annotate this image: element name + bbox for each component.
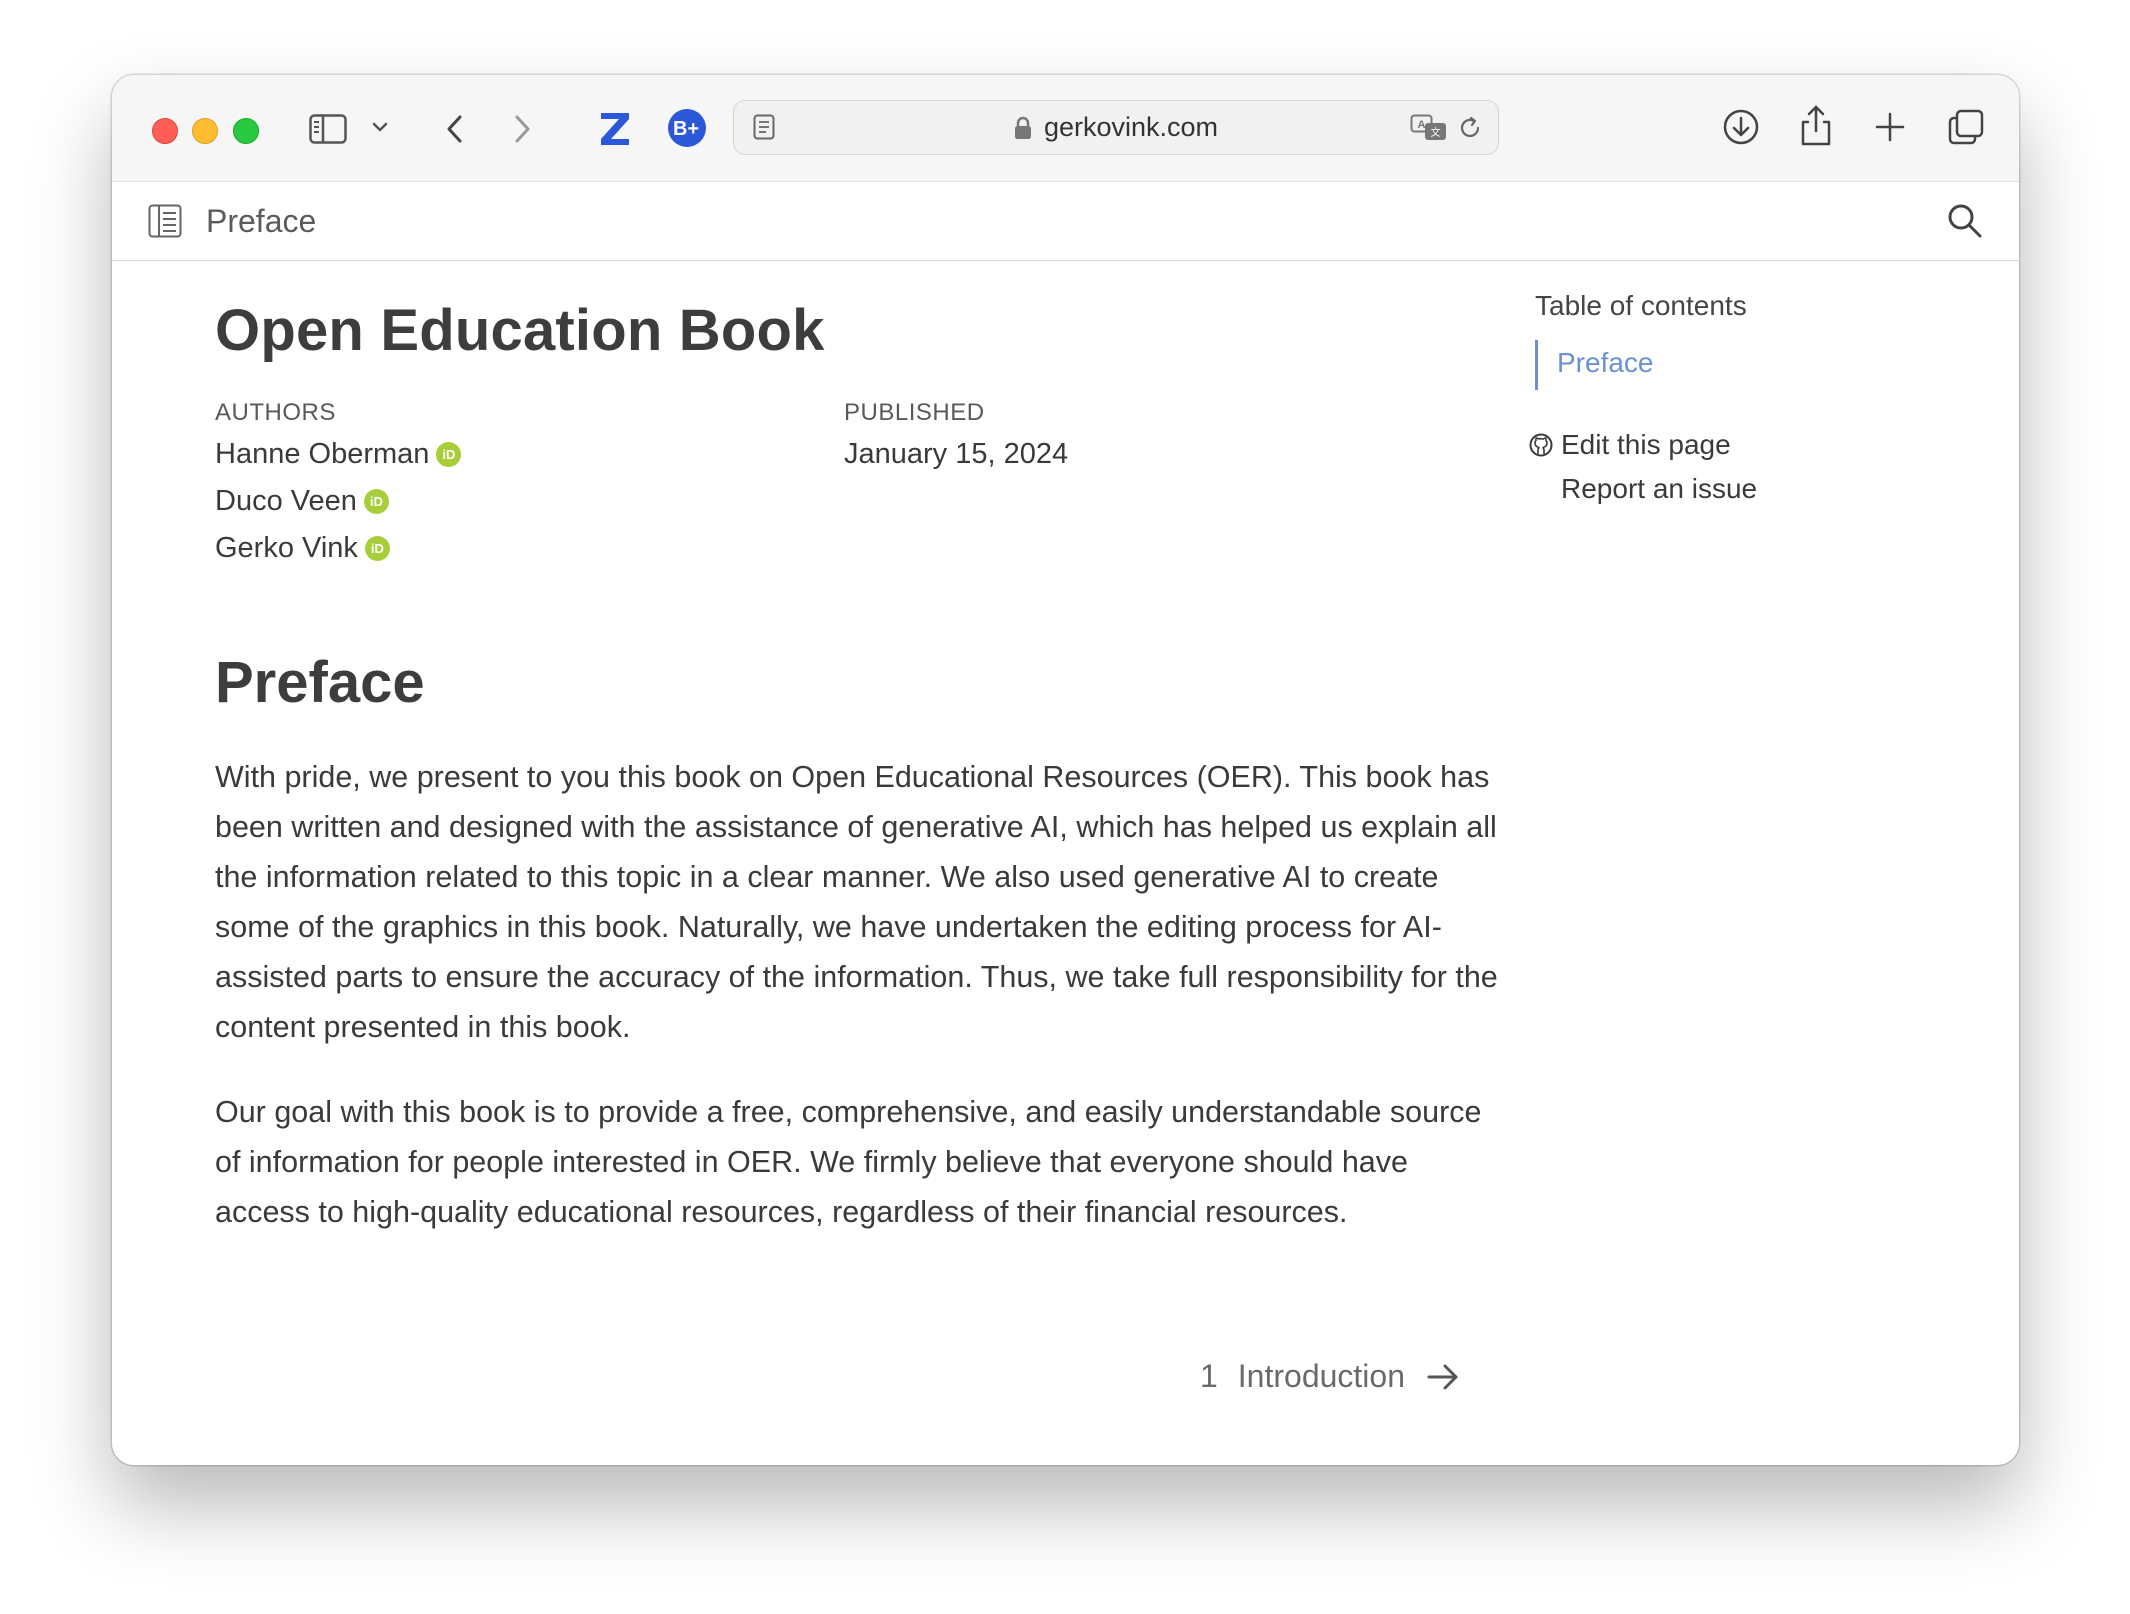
forward-icon[interactable] (508, 109, 538, 149)
edit-page-label: Edit this page (1561, 429, 1731, 460)
downloads-icon[interactable] (1719, 105, 1763, 149)
back-icon[interactable] (439, 109, 469, 149)
published-label: PUBLISHED (844, 399, 985, 426)
author-item: Gerko Vink iD (215, 532, 390, 565)
browser-window: B+ gerkovink.com A文 Preface Open Educati… (112, 75, 2019, 1465)
authors-label: AUTHORS (215, 399, 336, 426)
page-content: Open Education Book AUTHORS PUBLISHED Ha… (112, 261, 2019, 1465)
orcid-icon[interactable]: iD (364, 536, 390, 561)
header-page-title[interactable]: Preface (206, 182, 316, 260)
arrow-right-icon (1427, 1363, 1459, 1391)
orcid-icon[interactable]: iD (363, 489, 389, 514)
minimize-window-button[interactable] (192, 118, 218, 144)
browser-toolbar: B+ gerkovink.com A文 (112, 75, 2019, 182)
published-date: January 15, 2024 (844, 438, 1069, 470)
author-item: Hanne Oberman iD (215, 438, 462, 471)
url-display: gerkovink.com (734, 101, 1498, 154)
author-name: Gerko Vink (215, 532, 358, 564)
sidebar-menu-icon[interactable] (146, 202, 184, 240)
site-header: Preface (112, 182, 2019, 261)
svg-text:文: 文 (1431, 126, 1441, 139)
bplus-extension-icon[interactable]: B+ (666, 107, 708, 149)
orcid-icon[interactable]: iD (436, 442, 462, 467)
share-icon[interactable] (1796, 101, 1836, 149)
preface-paragraph: Our goal with this book is to provide a … (215, 1095, 1482, 1229)
reload-icon[interactable] (1456, 114, 1484, 142)
lock-icon (1014, 116, 1032, 140)
zoom-window-button[interactable] (233, 118, 259, 144)
url-text: gerkovink.com (1043, 112, 1219, 142)
report-issue-label: Report an issue (1561, 473, 1758, 504)
address-bar[interactable]: gerkovink.com A文 (733, 100, 1499, 155)
translate-icon[interactable]: A文 (1409, 113, 1449, 143)
author-name: Hanne Oberman (215, 438, 430, 470)
svg-text:A: A (1418, 119, 1426, 131)
svg-text:B+: B+ (673, 118, 699, 140)
edit-page-link[interactable]: Edit this page (1529, 429, 1731, 461)
next-chapter-link[interactable]: 1 Introduction (1200, 1358, 1459, 1395)
book-title: Open Education Book (215, 298, 825, 363)
new-tab-icon[interactable] (1870, 107, 1910, 147)
next-chapter-label: Introduction (1237, 1358, 1405, 1394)
sidebar-toggle-icon[interactable] (308, 109, 348, 149)
report-issue-link[interactable]: Report an issue (1561, 473, 1757, 505)
toc-title: Table of contents (1535, 290, 1747, 321)
preface-paragraph: With pride, we present to you this book … (215, 760, 1498, 1044)
toc-item-preface[interactable]: Preface (1557, 347, 1654, 379)
author-name: Duco Veen (215, 485, 357, 517)
zotero-extension-icon[interactable] (597, 109, 633, 149)
search-icon[interactable] (1946, 202, 1984, 240)
tab-overview-icon[interactable] (1945, 106, 1987, 148)
section-heading: Preface (215, 650, 425, 715)
toc-active-indicator (1535, 340, 1538, 390)
chevron-down-icon[interactable] (370, 117, 390, 137)
close-window-button[interactable] (152, 118, 178, 144)
author-item: Duco Veen iD (215, 485, 389, 518)
next-chapter-number: 1 (1199, 1358, 1218, 1394)
github-icon (1529, 433, 1553, 457)
